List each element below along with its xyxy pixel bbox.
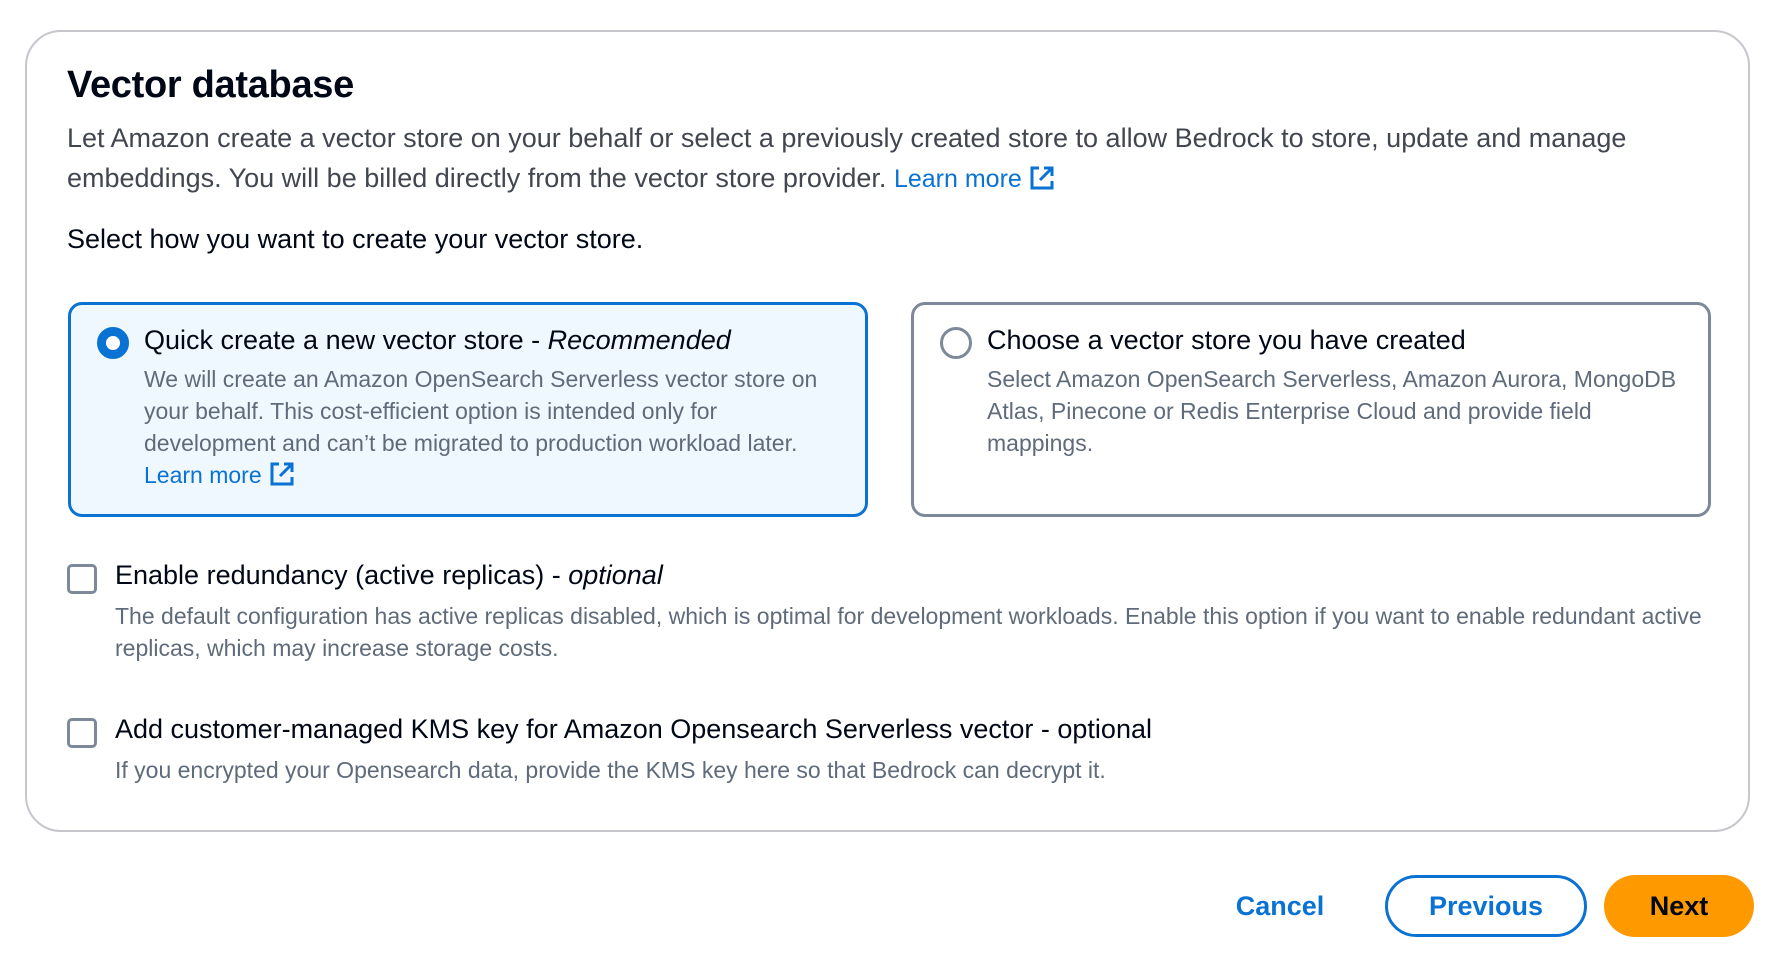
learn-more-label: Learn more [893,165,1022,193]
vector-database-panel: Vector database Let Amazon create a vect… [25,30,1750,832]
tile-quick-create-title: Quick create a new vector store - Recomm… [144,325,731,356]
redundancy-description: The default configuration has active rep… [115,603,1702,661]
quick-create-learn-more-link[interactable]: Learn more [144,462,296,488]
section-description-text: Let Amazon create a vector store on your… [67,123,1627,193]
tile-quick-create-title-text: Quick create a new vector store - [144,325,548,355]
next-button[interactable]: Next [1604,875,1754,937]
kms-key-label: Add customer-managed KMS key for Amazon … [115,714,1152,744]
kms-key-description: If you encrypted your Opensearch data, p… [115,757,1106,783]
learn-more-link[interactable]: Learn more [894,165,1056,193]
redundancy-label-text: Enable redundancy (active replicas) - [115,560,569,590]
tile-quick-create-description-text: We will create an Amazon OpenSearch Serv… [144,366,818,456]
redundancy-label: Enable redundancy (active replicas) - op… [115,560,663,591]
redundancy-checkbox[interactable] [67,564,97,594]
tile-choose-existing-title: Choose a vector store you have created [987,325,1466,355]
tile-choose-existing-description: Select Amazon OpenSearch Serverless, Ama… [987,366,1677,456]
tile-choose-existing[interactable]: Choose a vector store you have created S… [911,302,1711,517]
optional-label: optional [568,560,663,590]
previous-button[interactable]: Previous [1385,875,1587,937]
tile-quick-create-description: We will create an Amazon OpenSearch Serv… [144,363,844,491]
section-description: Let Amazon create a vector store on your… [67,118,1707,199]
vector-store-prompt: Select how you want to create your vecto… [67,224,644,254]
radio-choose-existing[interactable] [940,327,972,359]
section-title: Vector database [67,64,354,106]
recommended-label: Recommended [547,325,731,355]
tile-quick-create[interactable]: Quick create a new vector store - Recomm… [68,302,868,517]
radio-quick-create[interactable] [97,327,129,359]
kms-key-checkbox[interactable] [67,718,97,748]
external-link-icon [270,462,294,486]
external-link-icon [1030,166,1054,190]
cancel-button[interactable]: Cancel [1215,875,1345,937]
quick-create-learn-more-label: Learn more [144,462,262,488]
